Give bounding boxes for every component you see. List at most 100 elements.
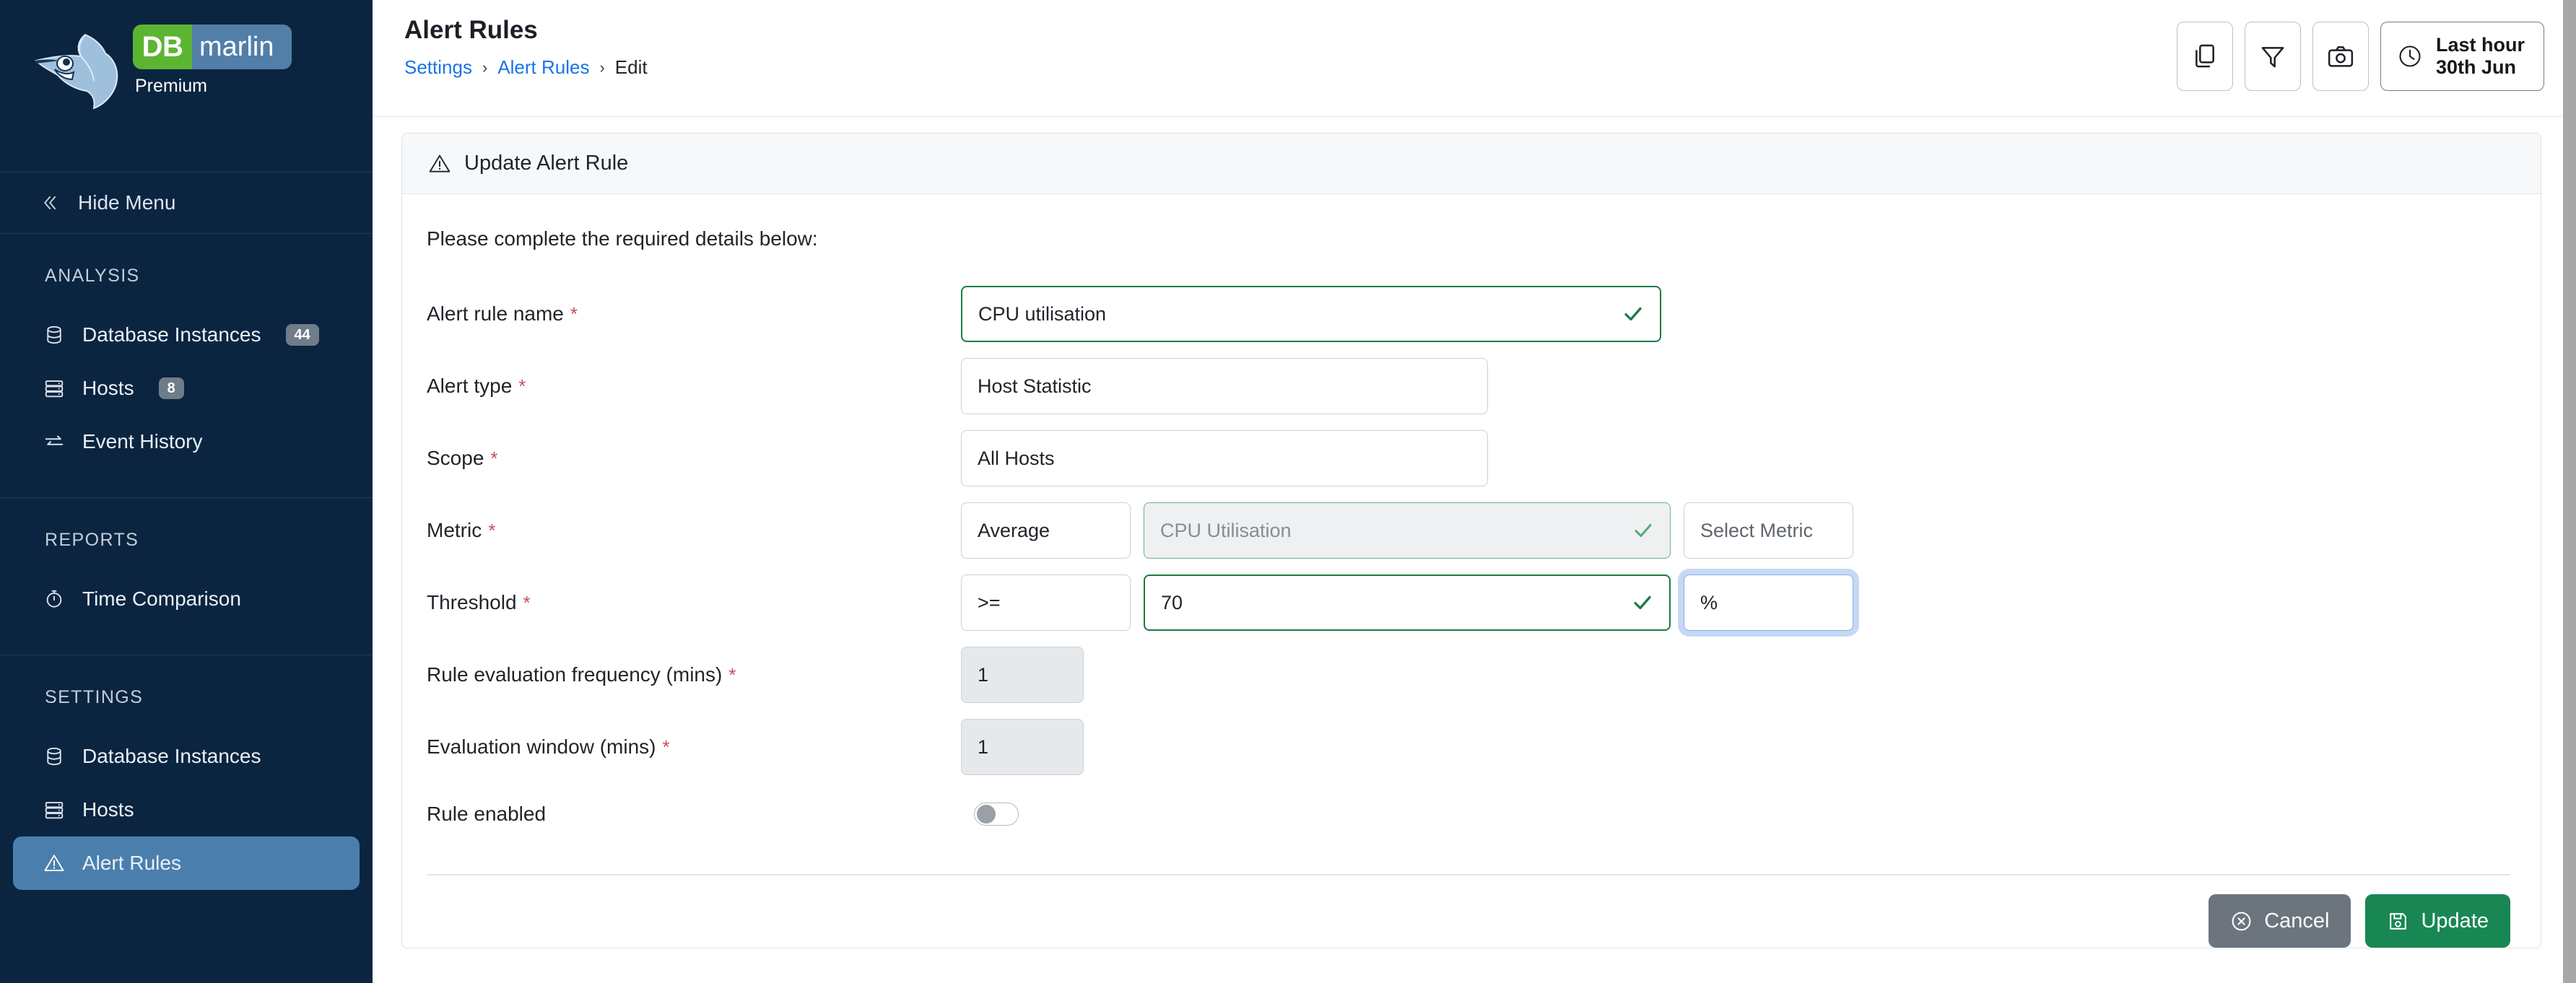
form-row-metric: Metric * Average CPU Utilisation Select … — [427, 494, 2510, 567]
database-icon — [47, 326, 61, 344]
sidebar-item-label: Database Instances — [82, 745, 261, 767]
top-bar: Alert Rules Settings › Alert Rules › Edi… — [373, 0, 2576, 117]
green-check-icon — [1624, 307, 1642, 321]
form-row-rule-enabled: Rule enabled — [427, 783, 2510, 845]
toggle-knob — [977, 805, 996, 823]
circle-x-icon — [2232, 912, 2251, 930]
label-rule-enabled: Rule enabled — [427, 803, 961, 826]
time-range-line1: Last hour — [2435, 33, 2525, 56]
card-header: Update Alert Rule — [402, 134, 2541, 194]
controls-evaluation-window: 1 — [961, 719, 1084, 775]
sidebar-section-settings: SETTINGS Database Instances Hosts Alert … — [0, 655, 373, 890]
controls-metric: Average CPU Utilisation Select Metric — [961, 502, 1853, 559]
sidebar: DB marlin Premium Hide Menu ANALYSIS Dat… — [0, 0, 373, 983]
sidebar-item-badge: 8 — [158, 377, 184, 399]
select-threshold-operator[interactable]: >= — [961, 574, 1131, 631]
stopwatch-icon — [46, 590, 62, 608]
input-metric-name[interactable]: CPU Utilisation — [1144, 502, 1671, 559]
card-title: Update Alert Rule — [464, 152, 629, 175]
toolbar: Last hour 30th Jun — [2176, 22, 2544, 91]
required-marker: * — [488, 520, 496, 541]
camera-icon — [2328, 46, 2354, 67]
input-value: CPU utilisation — [978, 302, 1107, 325]
input-alert-rule-name[interactable]: CPU utilisation — [961, 286, 1661, 342]
select-metric-aggregate[interactable]: Average — [961, 502, 1131, 559]
required-marker: * — [518, 375, 526, 397]
label-threshold: Threshold * — [427, 591, 961, 614]
controls-scope: All Hosts — [961, 430, 1488, 486]
breadcrumb-settings[interactable]: Settings — [404, 56, 472, 79]
breadcrumb-alert-rules[interactable]: Alert Rules — [497, 56, 589, 79]
update-alert-rule-card: Update Alert Rule Please complete the re… — [401, 133, 2541, 948]
label-text: Threshold — [427, 591, 517, 613]
sidebar-item-badge: 44 — [285, 324, 319, 346]
sidebar-heading-analysis: ANALYSIS — [45, 266, 140, 286]
cancel-button[interactable]: Cancel — [2209, 894, 2351, 948]
copy-button[interactable] — [2176, 22, 2233, 91]
label-text: Evaluation window (mins) — [427, 735, 656, 758]
sidebar-item-alert-rules[interactable]: Alert Rules — [13, 836, 360, 890]
breadcrumb: Settings › Alert Rules › Edit — [404, 56, 648, 79]
controls-rule-enabled — [961, 803, 1019, 826]
select-alert-type[interactable]: Host Statistic — [961, 358, 1488, 414]
sidebar-item-hosts-analysis[interactable]: Hosts 8 — [13, 362, 360, 415]
input-evaluation-window[interactable]: 1 — [961, 719, 1084, 775]
brand-logo[interactable]: DB marlin Premium — [0, 0, 373, 172]
logo-wordmark: DB marlin — [133, 25, 292, 69]
snapshot-button[interactable] — [2312, 22, 2369, 91]
input-value: 70 — [1161, 591, 1183, 613]
green-check-icon — [1634, 595, 1651, 610]
select-value: >= — [978, 591, 1001, 613]
input-threshold-unit[interactable]: % — [1684, 574, 1853, 631]
content-area: Update Alert Rule Please complete the re… — [373, 117, 2576, 983]
floppy-save-icon — [2390, 912, 2407, 930]
breadcrumb-separator: › — [482, 58, 488, 77]
label-alert-type: Alert type * — [427, 375, 961, 398]
label-metric: Metric * — [427, 519, 961, 542]
sidebar-item-database-instances[interactable]: Database Instances 44 — [13, 308, 360, 362]
page-title: Alert Rules — [404, 16, 538, 44]
sidebar-item-label: Alert Rules — [82, 852, 181, 874]
required-marker: * — [662, 736, 670, 758]
sidebar-heading-reports: REPORTS — [45, 530, 139, 550]
required-marker: * — [570, 303, 578, 325]
application-root: DB marlin Premium Hide Menu ANALYSIS Dat… — [0, 0, 2576, 983]
sidebar-item-event-history[interactable]: Event History — [13, 415, 360, 468]
input-threshold-value[interactable]: 70 — [1144, 574, 1671, 631]
sidebar-item-hosts-settings[interactable]: Hosts — [13, 783, 360, 836]
clock-icon — [2399, 45, 2421, 67]
controls-alert-rule-name: CPU utilisation — [961, 286, 1661, 342]
time-range-picker[interactable]: Last hour 30th Jun — [2380, 22, 2544, 91]
input-rule-evaluation-frequency[interactable]: 1 — [961, 647, 1084, 703]
main-area: Alert Rules Settings › Alert Rules › Edi… — [373, 0, 2576, 983]
select-scope[interactable]: All Hosts — [961, 430, 1488, 486]
button-select-metric[interactable]: Select Metric — [1684, 502, 1853, 559]
label-text: Rule evaluation frequency (mins) — [427, 663, 723, 686]
controls-alert-type: Host Statistic — [961, 358, 1488, 414]
funnel-filter-icon — [2261, 47, 2284, 68]
server-rack-icon — [45, 380, 64, 398]
cancel-button-label: Cancel — [2264, 909, 2330, 932]
vertical-scrollbar[interactable] — [2563, 0, 2576, 983]
input-value: 1 — [978, 735, 989, 758]
hide-menu-button[interactable]: Hide Menu — [0, 172, 373, 233]
update-button[interactable]: Update — [2365, 894, 2510, 948]
double-chevron-left-icon — [44, 196, 56, 210]
required-marker: * — [728, 664, 736, 686]
label-alert-rule-name: Alert rule name * — [427, 302, 961, 326]
database-icon — [47, 747, 61, 766]
breadcrumb-separator: › — [599, 58, 605, 77]
sidebar-item-database-instances-settings[interactable]: Database Instances — [13, 730, 360, 783]
sidebar-item-time-comparison[interactable]: Time Comparison — [13, 572, 360, 626]
input-value: CPU Utilisation — [1160, 519, 1292, 541]
label-text: Rule enabled — [427, 803, 547, 825]
sidebar-heading-settings: SETTINGS — [45, 687, 144, 707]
form-row-evaluation-window: Evaluation window (mins) * 1 — [427, 711, 2510, 783]
select-value: All Hosts — [978, 447, 1055, 469]
toggle-rule-enabled[interactable] — [974, 803, 1019, 826]
time-range-labels: Last hour 30th Jun — [2436, 34, 2525, 79]
hide-menu-label: Hide Menu — [78, 191, 176, 214]
label-text: Alert rule name — [427, 302, 564, 325]
label-rule-evaluation-frequency: Rule evaluation frequency (mins) * — [427, 663, 961, 686]
filter-button[interactable] — [2244, 22, 2301, 91]
